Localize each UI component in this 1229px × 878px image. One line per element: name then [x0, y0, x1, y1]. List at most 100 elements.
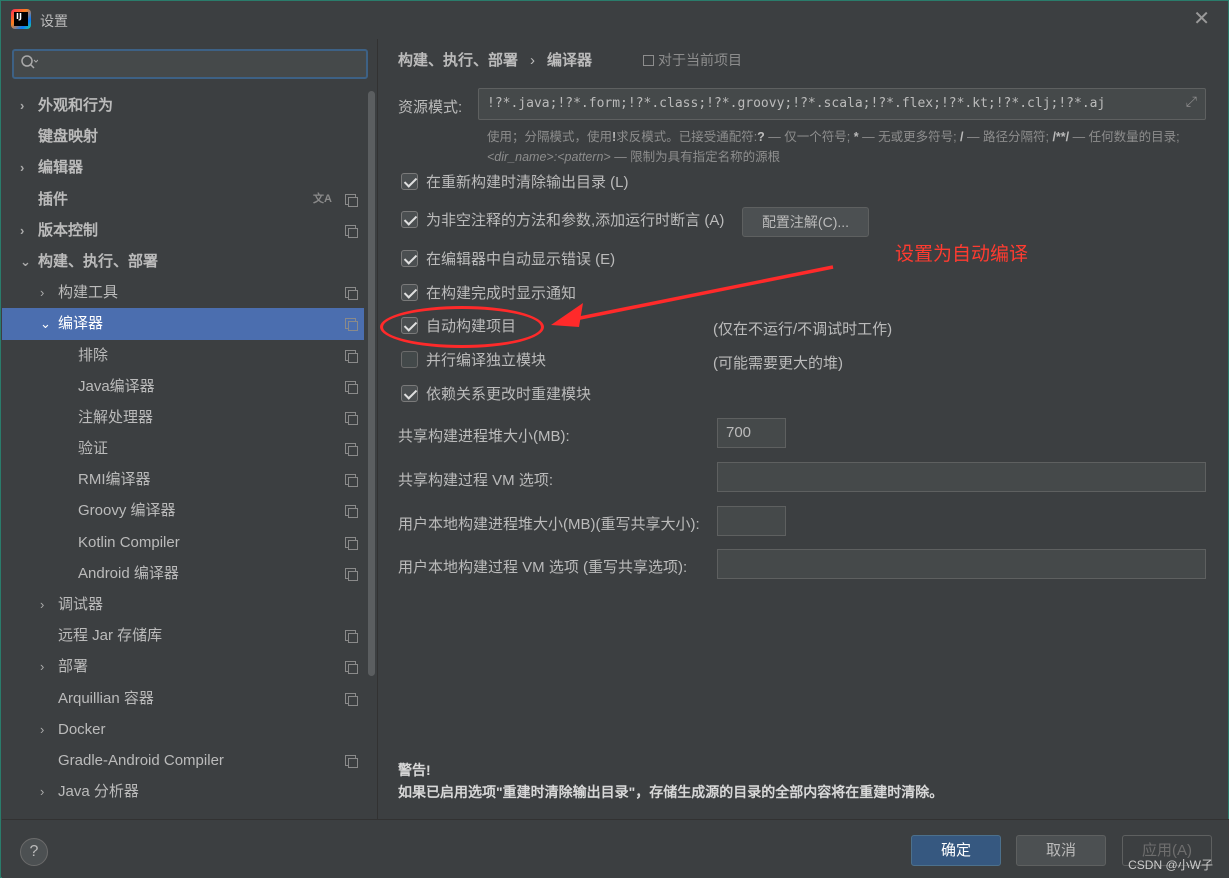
watermark: CSDN @小W子 [1128, 858, 1213, 872]
checkbox-box[interactable] [401, 351, 418, 368]
checkbox-box[interactable] [401, 385, 418, 402]
checkbox-box[interactable] [401, 211, 418, 228]
sidebar-item-label: Gradle-Android Compiler [58, 751, 224, 769]
settings-tree: › 外观和行为 键盘映射 › 编辑器 插件 文A › 版本控制 ⌄ 构建、执行、部署 › 构建工具 ⌄ 编译… [2, 90, 364, 807]
sidebar-item[interactable]: Android 编译器 [2, 558, 364, 589]
sidebar-item-label: Groovy 编译器 [78, 502, 176, 520]
chevron-down-icon[interactable]: ⌄ [20, 246, 32, 277]
resource-patterns-value: !?*.java;!?*.form;!?*.class;!?*.groovy;!… [487, 96, 1106, 111]
sidebar-item[interactable]: 验证 [2, 433, 364, 464]
hint-symbol: /**/ [1052, 130, 1070, 144]
chevron-right-icon[interactable]: › [20, 152, 32, 183]
sidebar-item[interactable]: 注解处理器 [2, 402, 364, 433]
warning-title: 警告! [398, 762, 431, 778]
chevron-right-icon[interactable]: › [40, 776, 52, 807]
breadcrumb-separator: › [530, 52, 536, 69]
clear-output-checkbox[interactable]: 在重新构建时清除输出目录 (L) [401, 172, 629, 194]
sidebar-item-label: 构建、执行、部署 [38, 252, 159, 270]
ok-button[interactable]: 确定 [911, 835, 1001, 866]
project-icon [345, 193, 358, 207]
configure-annotations-button[interactable]: 配置注解(C)... [742, 207, 869, 237]
checkbox-box[interactable] [401, 173, 418, 190]
sidebar-item[interactable]: 远程 Jar 存储库 [2, 620, 364, 651]
sidebar-item-label: 部署 [58, 658, 89, 676]
sidebar-item[interactable]: › 版本控制 [2, 215, 364, 246]
chevron-right-icon[interactable]: › [40, 277, 52, 308]
sidebar-item-label: Arquillian 容器 [58, 689, 154, 707]
sidebar-item[interactable]: 键盘映射 [2, 121, 364, 152]
sidebar-item[interactable]: Gradle-Android Compiler [2, 745, 364, 776]
sidebar-item-label: Docker [58, 720, 106, 738]
sidebar-item-label: 编辑器 [38, 159, 84, 177]
sidebar-item[interactable]: Java编译器 [2, 371, 364, 402]
rebuild-on-dependency-change-checkbox[interactable]: 依赖关系更改时重建模块 [401, 384, 591, 406]
hint-symbol: * [853, 130, 859, 144]
sidebar-item[interactable]: Kotlin Compiler [2, 527, 364, 558]
local-vm-options-input[interactable] [717, 549, 1206, 579]
local-heap-size-label: 用户本地构建进程堆大小(MB)(重写共享大小): [398, 516, 700, 533]
chevron-right-icon[interactable]: › [40, 651, 52, 682]
project-icon [345, 411, 358, 425]
shared-heap-size-label: 共享构建进程堆大小(MB): [398, 428, 570, 445]
sidebar-item-label: Kotlin Compiler [78, 533, 180, 551]
sidebar-item[interactable]: › 编辑器 [2, 152, 364, 183]
checkbox-box[interactable] [401, 284, 418, 301]
hint-text: — 任何数量的目录; [1072, 130, 1180, 144]
sidebar-item-label: 外观和行为 [38, 97, 114, 114]
project-icon [345, 224, 358, 238]
translate-icon: 文A [313, 192, 332, 205]
breadcrumb-parent[interactable]: 构建、执行、部署 [398, 52, 518, 69]
sidebar-item[interactable]: Groovy 编译器 [2, 495, 364, 526]
sidebar-item[interactable]: › 外观和行为 [2, 90, 364, 121]
chevron-right-icon[interactable]: › [40, 589, 52, 620]
project-icon [345, 661, 358, 675]
sidebar-item-label: 验证 [78, 440, 109, 458]
project-icon [345, 754, 358, 768]
sidebar-item[interactable]: 排除 [2, 340, 364, 371]
sidebar-item[interactable]: › 部署 [2, 651, 364, 682]
sidebar-item[interactable]: 插件 文A [2, 184, 364, 215]
expand-icon[interactable]: ⤢ [1186, 94, 1197, 110]
sidebar-item-label: RMI编译器 [78, 471, 151, 489]
sidebar-item[interactable]: Arquillian 容器 [2, 683, 364, 714]
close-icon[interactable]: ✕ [1193, 9, 1210, 29]
search-input[interactable] [12, 49, 368, 79]
shared-vm-options-label: 共享构建过程 VM 选项: [398, 472, 554, 489]
sidebar-item[interactable]: › Java 分析器 [2, 776, 364, 807]
compiler-settings-panel: 构建、执行、部署 › 编译器 对于当前项目 资源模式: !?*.java;!?*.f… [378, 39, 1228, 819]
local-heap-size-input[interactable] [717, 506, 786, 536]
cancel-button[interactable]: 取消 [1016, 835, 1106, 866]
sidebar-item[interactable]: › 调试器 [2, 589, 364, 620]
sidebar-item[interactable]: › Docker [2, 714, 364, 745]
project-icon [345, 318, 358, 332]
sidebar-item[interactable]: ⌄ 构建、执行、部署 [2, 246, 364, 277]
shared-heap-size-input[interactable]: 700 [717, 418, 786, 448]
help-button[interactable]: ? [20, 838, 48, 866]
chevron-down-icon[interactable]: ⌄ [40, 308, 52, 339]
annotation-arrow-icon [551, 265, 834, 327]
project-icon [345, 505, 358, 519]
checkbox-label: 并行编译独立模块 [426, 352, 547, 369]
sidebar-item[interactable]: ⌄ 编译器 [2, 308, 364, 340]
sidebar-item-label: 键盘映射 [38, 128, 99, 146]
resource-patterns-input[interactable]: !?*.java;!?*.form;!?*.class;!?*.groovy;!… [478, 88, 1206, 120]
runtime-assertions-checkbox[interactable]: 为非空注释的方法和参数,添加运行时断言 (A) [401, 210, 724, 232]
hint-text: 求反模式。已接受通配符: [616, 130, 758, 144]
sidebar-item[interactable]: › 构建工具 [2, 277, 364, 308]
sidebar-item-label: Java编译器 [78, 377, 155, 395]
sidebar-scrollbar[interactable] [368, 91, 375, 676]
hint-symbol: / [960, 130, 964, 144]
chevron-right-icon[interactable]: › [20, 215, 32, 246]
search-icon [20, 54, 39, 75]
project-icon [345, 443, 358, 457]
project-icon [345, 380, 358, 394]
annotation-ellipse [380, 306, 544, 348]
chevron-right-icon[interactable]: › [40, 714, 52, 745]
chevron-right-icon[interactable]: › [20, 90, 32, 121]
project-icon [345, 692, 358, 706]
checkbox-box[interactable] [401, 250, 418, 267]
shared-vm-options-input[interactable] [717, 462, 1206, 492]
parallel-compile-checkbox[interactable]: 并行编译独立模块 [401, 350, 546, 372]
sidebar-item[interactable]: RMI编译器 [2, 464, 364, 495]
sidebar-item-label: 注解处理器 [78, 408, 154, 426]
